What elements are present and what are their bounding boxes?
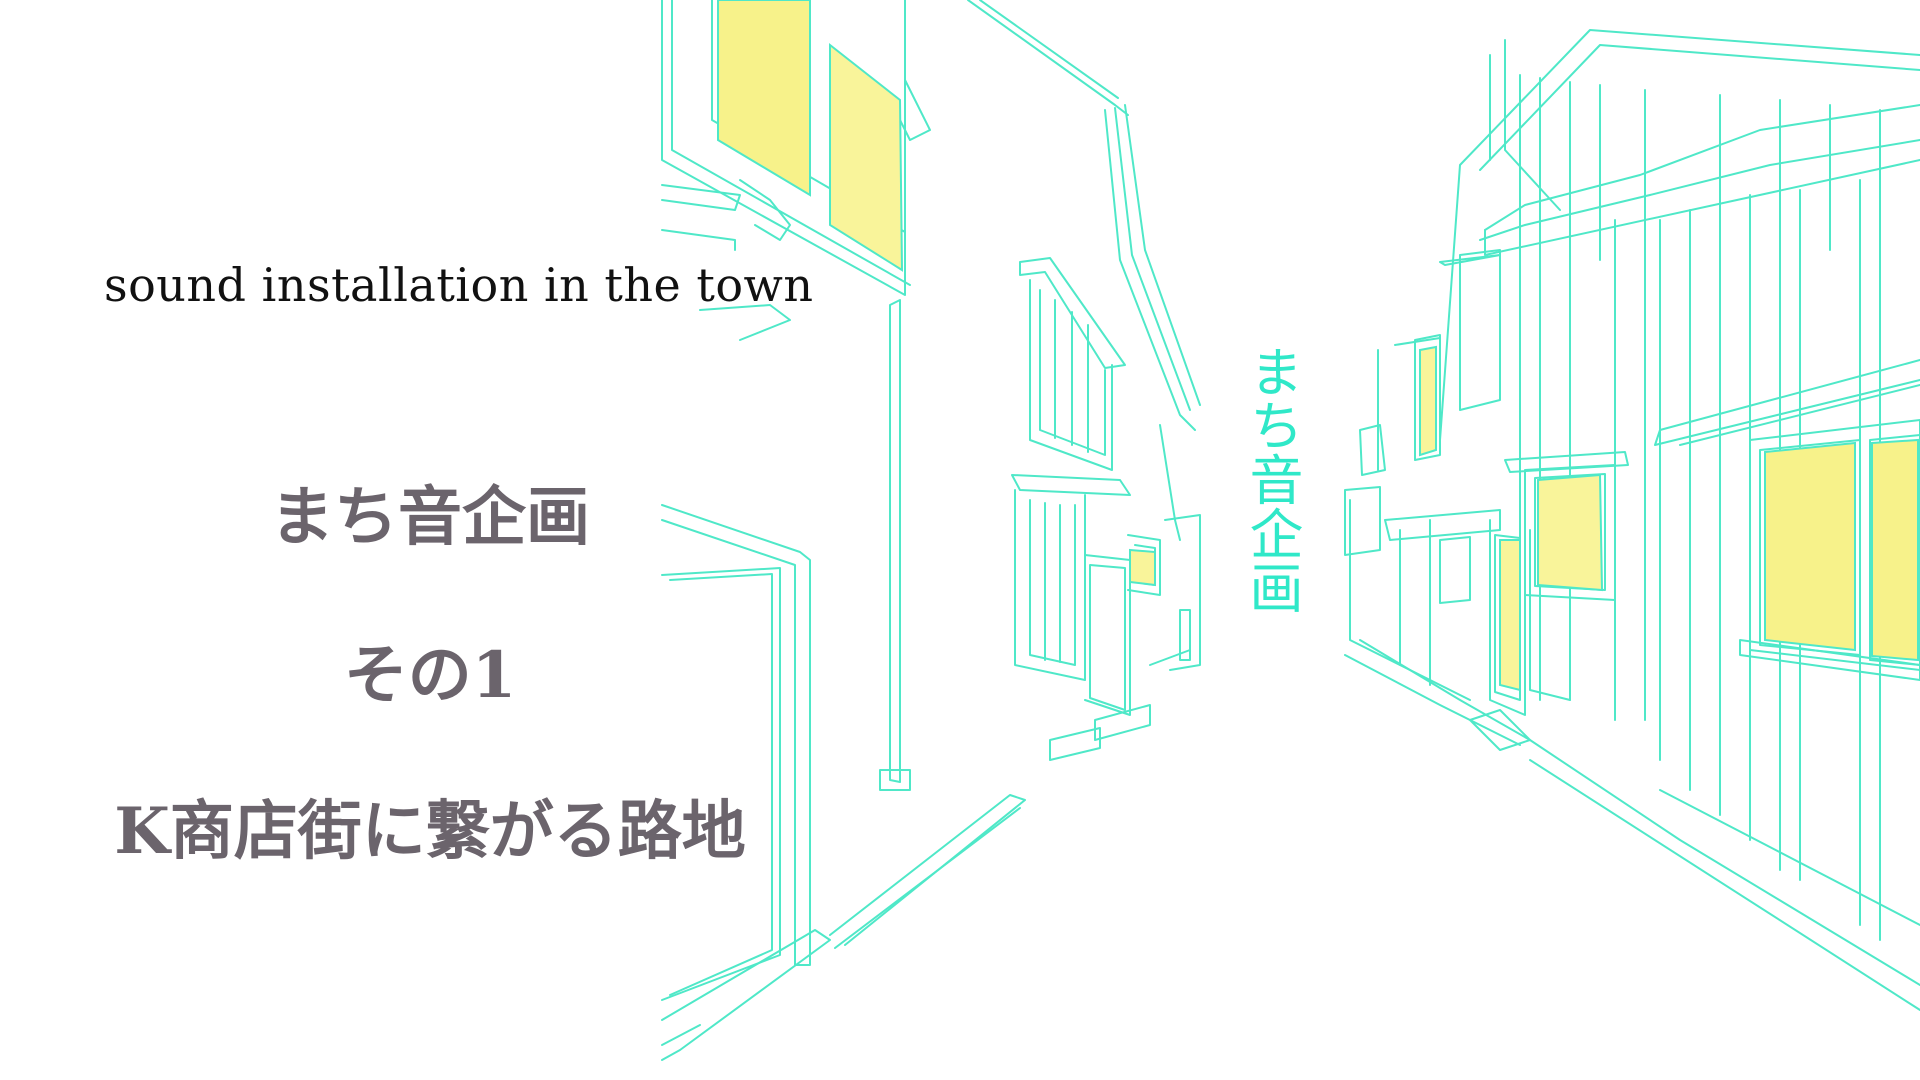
cover-image: sound installation in the town まち音企画 その1… (0, 0, 1920, 1080)
main-title: まち音企画 その1 K商店街に繋がる路地 (60, 470, 800, 864)
vertical-logo-text: まち音企画 (1240, 344, 1303, 614)
title-line-3: K商店街に繋がる路地 (114, 794, 746, 869)
title-line-2: その1 (343, 638, 517, 713)
subtitle-text: sound installation in the town (104, 258, 814, 312)
window-fills (717, 0, 1919, 692)
title-line-1: まち音企画 (270, 480, 590, 555)
